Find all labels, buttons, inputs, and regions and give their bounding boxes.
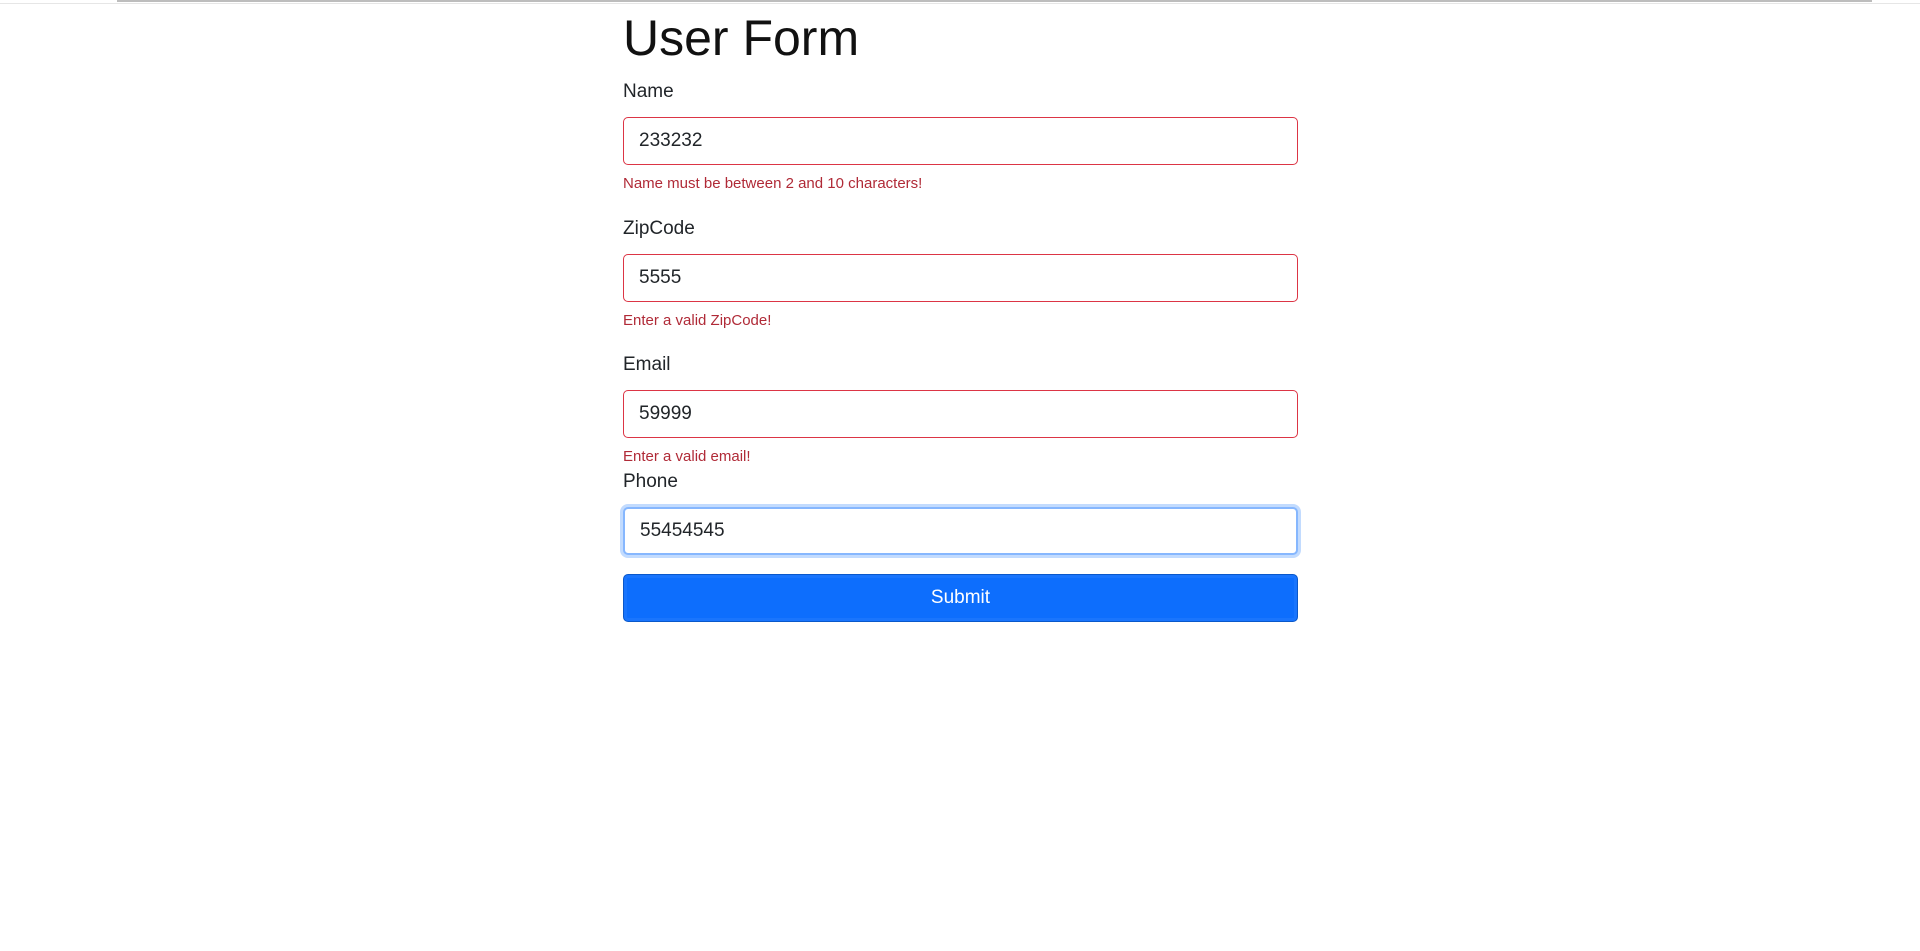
phone-input[interactable]	[623, 507, 1298, 555]
browser-top-edge	[0, 0, 1920, 5]
name-error-message: Name must be between 2 and 10 characters…	[623, 175, 923, 192]
name-label: Name	[623, 81, 674, 102]
email-label: Email	[623, 354, 671, 375]
zipcode-input[interactable]	[623, 254, 1298, 302]
top-edge-line	[0, 3, 1920, 4]
zipcode-label: ZipCode	[623, 218, 695, 239]
email-field-group: Email Enter a valid email!	[623, 353, 1298, 467]
email-input[interactable]	[623, 390, 1298, 438]
name-field-group: Name Name must be between 2 and 10 chara…	[623, 80, 1298, 194]
email-error-message: Enter a valid email!	[623, 448, 751, 465]
phone-label: Phone	[623, 471, 678, 492]
submit-button[interactable]: Submit	[623, 574, 1298, 622]
page-title: User Form	[623, 10, 860, 66]
phone-field-group: Phone	[623, 470, 1298, 555]
name-input[interactable]	[623, 117, 1298, 165]
zipcode-error-message: Enter a valid ZipCode!	[623, 312, 772, 329]
zipcode-field-group: ZipCode Enter a valid ZipCode!	[623, 217, 1298, 331]
top-rule	[117, 0, 1872, 2]
